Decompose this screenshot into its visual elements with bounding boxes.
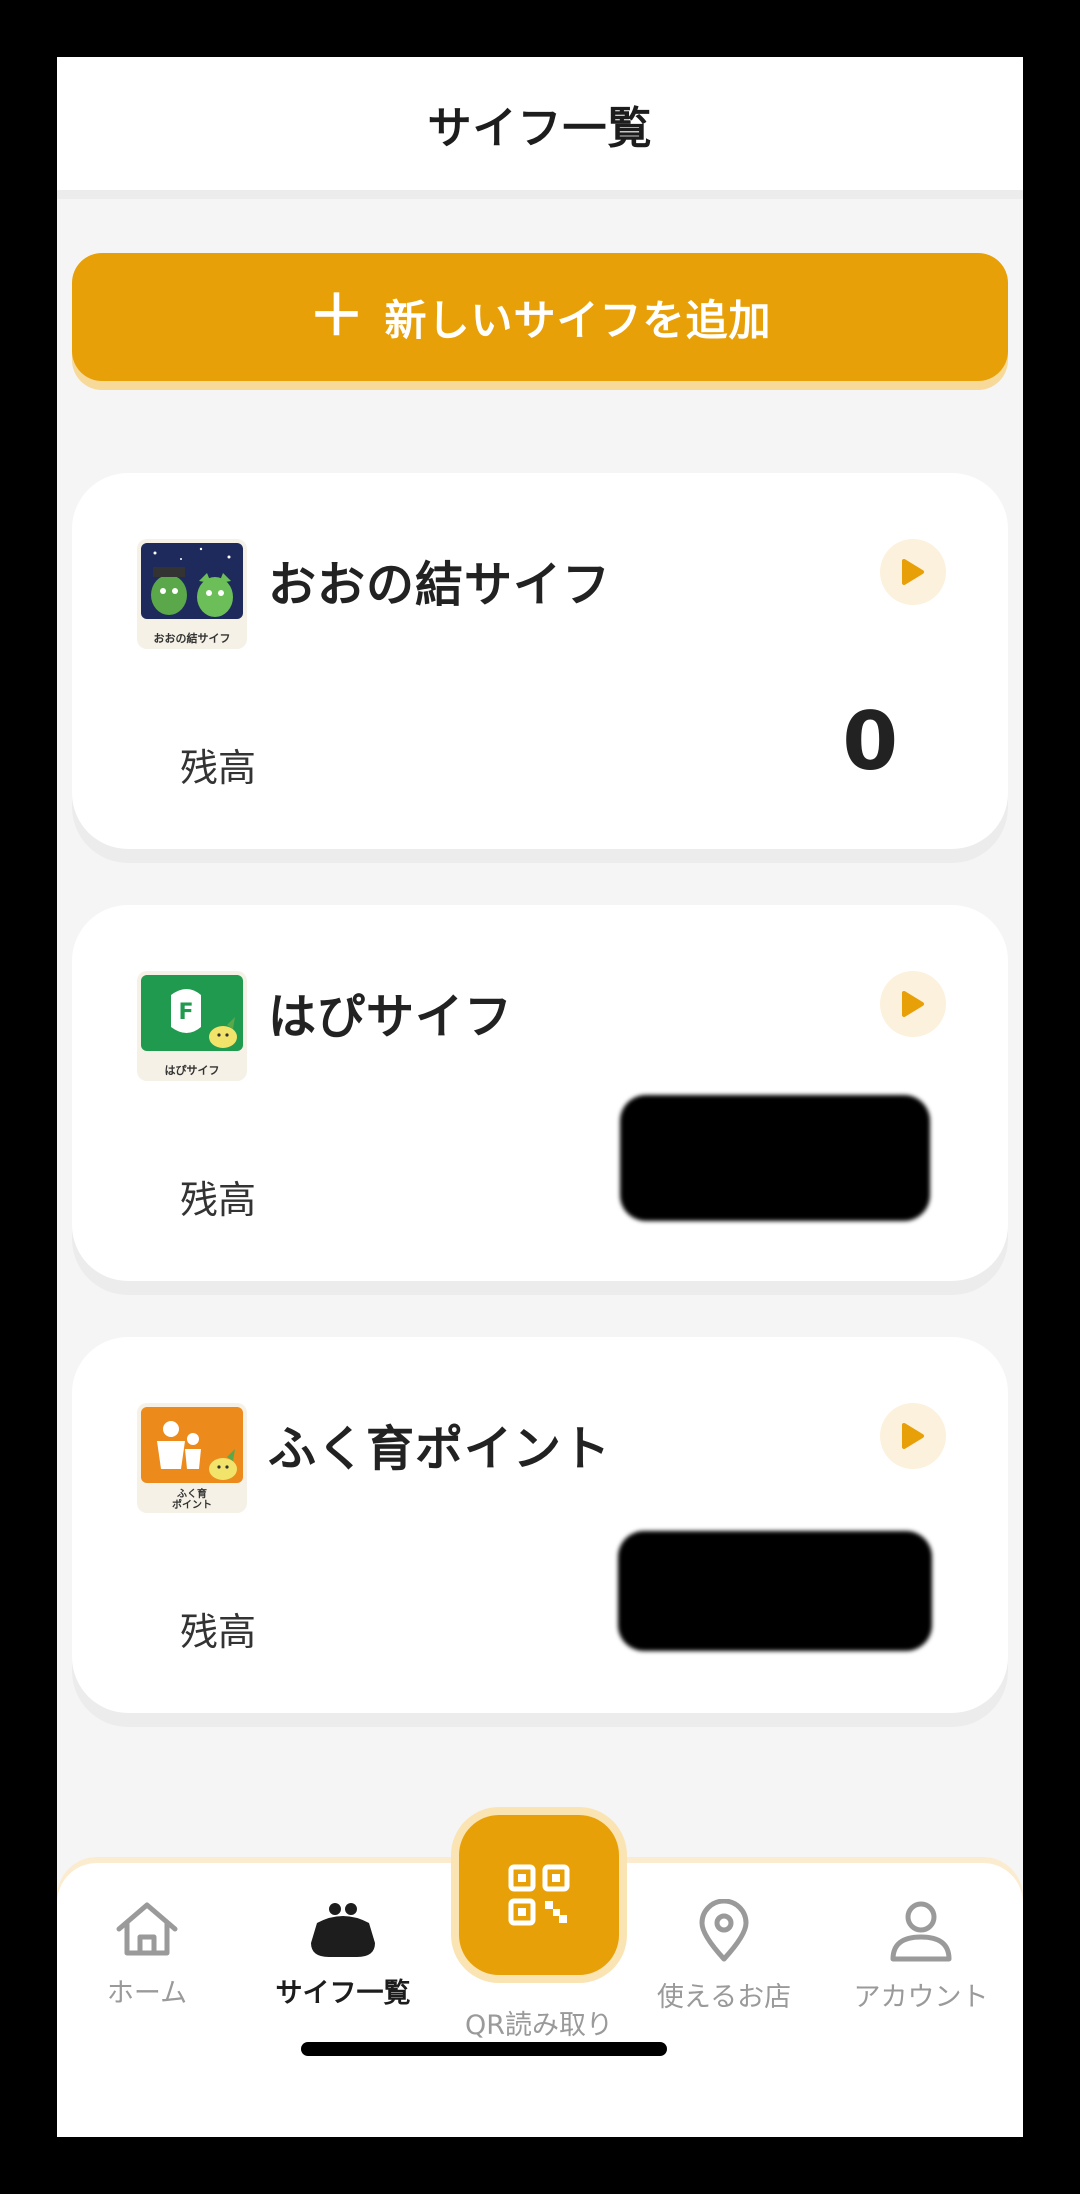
- nav-home-label: ホーム: [106, 1978, 188, 2009]
- plus-icon: ＋: [308, 284, 365, 349]
- person-icon: [890, 1901, 952, 1962]
- wallet-detail-button[interactable]: [880, 539, 946, 605]
- add-wallet-label: 新しいサイフを追加: [384, 295, 772, 345]
- wallet-name: ふく育ポイント: [268, 1421, 612, 1477]
- logo-caption: おおの結サイフ: [153, 632, 231, 645]
- wallet-logo-fukuiku: ふく育 ポイント: [137, 1403, 247, 1513]
- hapi-logo-icon: F: [141, 975, 243, 1051]
- logo-caption-line1: ふく育: [177, 1489, 207, 1500]
- play-arrow-icon: [902, 991, 924, 1017]
- home-indicator[interactable]: [301, 2042, 667, 2056]
- page-title: サイフ一覧: [427, 102, 653, 154]
- wallet-detail-button[interactable]: [880, 1403, 946, 1469]
- logo-caption-line2: ポイント: [172, 1500, 212, 1511]
- nav-account[interactable]: アカウント: [831, 1899, 1011, 2014]
- wallet-name: はぴサイフ: [268, 989, 514, 1045]
- nav-home[interactable]: ホーム: [57, 1899, 237, 2010]
- nav-account-label: アカウント: [853, 1982, 989, 2013]
- wallet-card-hapi[interactable]: F はぴサイフ はぴサイフ 残高: [72, 905, 1008, 1281]
- play-arrow-icon: [902, 1423, 924, 1449]
- balance-label: 残高: [180, 1610, 257, 1654]
- svg-text:F: F: [178, 1000, 193, 1025]
- nav-stores[interactable]: 使えるお店: [634, 1899, 814, 2014]
- add-wallet-button[interactable]: ＋ 新しいサイフを追加: [72, 253, 1008, 381]
- fukuiku-logo-icon: [141, 1407, 243, 1483]
- wallet-detail-button[interactable]: [880, 971, 946, 1037]
- qr-scan-button[interactable]: [459, 1815, 619, 1975]
- nav-wallets[interactable]: サイフ一覧: [253, 1899, 433, 2010]
- redacted-balance: [618, 1531, 932, 1651]
- location-pin-icon: [699, 1899, 749, 1962]
- play-arrow-icon: [902, 559, 924, 585]
- wallet-card-fukuiku[interactable]: ふく育 ポイント ふく育ポイント 残高: [72, 1337, 1008, 1713]
- wallet-logo-hapi: F はぴサイフ: [137, 971, 247, 1081]
- balance-value: 0: [842, 695, 898, 788]
- home-icon: [116, 1902, 178, 1956]
- balance-label: 残高: [180, 1178, 257, 1222]
- logo-caption: ふく育 ポイント: [137, 1489, 247, 1511]
- nav-stores-label: 使えるお店: [656, 1982, 792, 2013]
- nav-wallets-label: サイフ一覧: [275, 1978, 411, 2009]
- wallet-logo-oono: おおの結サイフ: [137, 539, 247, 649]
- mascot-icon: [141, 543, 243, 619]
- qr-scan-label: QR読み取り: [464, 2010, 613, 2041]
- redacted-balance: [620, 1095, 930, 1221]
- coin-purse-icon: [311, 1903, 375, 1957]
- header: サイフ一覧: [57, 57, 1023, 199]
- wallet-card-oono[interactable]: おおの結サイフ おおの結サイフ 残高 0: [72, 473, 1008, 849]
- qr-code-icon: [508, 1864, 570, 1926]
- bottom-nav: ホーム サイフ一覧 QR読み取り 使えるお店 アカウント: [57, 1815, 1023, 2137]
- wallet-name: おおの結サイフ: [268, 557, 612, 613]
- balance-label: 残高: [180, 746, 257, 790]
- logo-caption: はぴサイフ: [164, 1064, 220, 1077]
- app-screen: サイフ一覧 ＋ 新しいサイフを追加 おおの結サイフ おおの結サイフ 残高 0 F…: [57, 57, 1023, 2137]
